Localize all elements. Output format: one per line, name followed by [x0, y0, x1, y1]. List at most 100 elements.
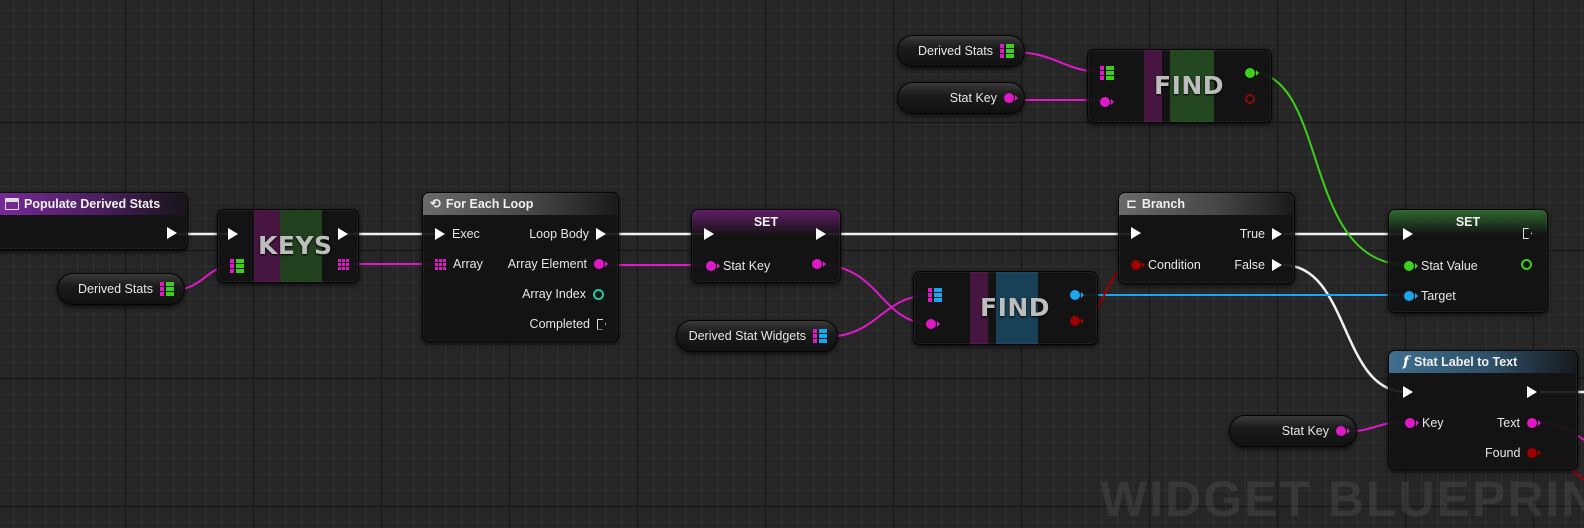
event-node-title: Populate Derived Stats [24, 197, 161, 211]
variable-label: Derived Stats [917, 44, 993, 58]
variable-label: Stat Key [949, 91, 997, 105]
map-icon [813, 329, 827, 343]
variable-derived-stats-left[interactable]: Derived Stats [57, 273, 185, 305]
find-widget-node[interactable]: FIND [913, 271, 1098, 345]
set2-stat-value-in[interactable]: Stat Value [1404, 259, 1478, 273]
variable-derived-stats-top[interactable]: Derived Stats [897, 35, 1025, 67]
func-exec-in[interactable] [1403, 386, 1413, 398]
branch-condition-in[interactable]: Condition [1131, 258, 1201, 272]
pin-label: Stat Key [723, 259, 771, 273]
branch-title: Branch [1141, 197, 1185, 211]
find-node-label: FIND [1154, 71, 1225, 100]
variable-label: Stat Key [1281, 424, 1329, 438]
exec-in-icon [1403, 228, 1413, 240]
pin-label: Exec [452, 227, 480, 241]
func-found-out[interactable]: Found [1485, 446, 1542, 460]
stat-label-to-text-node[interactable]: f Stat Label to Text Key Text Found [1388, 350, 1578, 470]
set1-stat-key-out[interactable] [812, 259, 826, 269]
exec-in-icon [435, 228, 445, 240]
pin-label: Completed [529, 317, 590, 331]
int-pin-icon [593, 288, 604, 300]
function-icon: f [1403, 354, 1410, 370]
set2-target-in[interactable]: Target [1404, 289, 1456, 303]
find-stat-value-node[interactable]: FIND [1087, 49, 1272, 123]
find-mid-value-out[interactable] [1070, 290, 1084, 300]
foreach-completed-out[interactable]: Completed [530, 317, 606, 331]
find-top-key-in[interactable] [1100, 97, 1114, 107]
keys-array-out[interactable] [338, 259, 349, 270]
foreach-array-in[interactable]: Array [435, 257, 483, 271]
variable-derived-stat-widgets[interactable]: Derived Stat Widgets [676, 320, 838, 352]
find-top-found-out[interactable] [1245, 94, 1255, 104]
event-node-header: Populate Derived Stats [0, 193, 187, 215]
event-node-populate-derived-stats[interactable]: Populate Derived Stats [0, 192, 188, 250]
name-pin-icon [1405, 418, 1419, 428]
keys-node[interactable]: KEYS [217, 209, 359, 283]
branch-icon: ⊏ [1126, 196, 1137, 211]
set-stat-key-node[interactable]: SET Stat Key [691, 209, 841, 283]
variable-stat-key-top[interactable]: Stat Key [897, 82, 1025, 114]
find-mid-key-in[interactable] [926, 319, 940, 329]
set2-stat-value-out[interactable] [1521, 259, 1532, 270]
set1-stat-key-in[interactable]: Stat Key [706, 259, 770, 273]
pin-label: Loop Body [529, 227, 589, 241]
object-pin-icon [1070, 290, 1084, 300]
name-pin-icon [926, 319, 940, 329]
array-icon [435, 258, 446, 270]
for-each-title: For Each Loop [445, 197, 534, 211]
find-mid-found-out[interactable] [1070, 316, 1084, 326]
keys-map-in[interactable] [230, 259, 244, 273]
exec-out-icon [1272, 228, 1282, 240]
name-pin-icon [812, 259, 826, 269]
set2-exec-out[interactable] [1523, 228, 1532, 239]
foreach-loop-body-out[interactable]: Loop Body [529, 227, 606, 241]
foreach-array-element-out[interactable]: Array Element [507, 257, 608, 271]
branch-true-out[interactable]: True [1240, 227, 1282, 241]
branch-false-out[interactable]: False [1234, 258, 1282, 272]
set-stat-value-node[interactable]: SET Stat Value Target [1388, 209, 1548, 313]
bool-pin-hollow-icon [1245, 94, 1255, 104]
variable-label: Derived Stats [77, 282, 153, 296]
find-top-value-out[interactable] [1245, 68, 1259, 78]
func-text-out[interactable]: Text [1497, 416, 1541, 430]
object-pin-icon [1404, 291, 1418, 301]
pin-label: Found [1485, 446, 1521, 460]
foreach-array-index-out[interactable]: Array Index [522, 287, 604, 301]
find-mid-map-in[interactable] [928, 288, 942, 302]
keys-exec-out[interactable] [338, 228, 348, 240]
exec-in-icon [1131, 227, 1141, 239]
set2-exec-in[interactable] [1403, 228, 1413, 240]
pin-label: Text [1497, 416, 1520, 430]
pin-label: Stat Value [1421, 259, 1478, 273]
name-pin-icon [1004, 93, 1018, 103]
set-node-title: SET [753, 215, 779, 229]
function-title: Stat Label to Text [1414, 355, 1518, 369]
for-each-loop-node[interactable]: ⟲ For Each Loop Exec Array Loop Body Arr… [422, 192, 619, 342]
exec-out-pin[interactable] [167, 227, 177, 239]
func-exec-out[interactable] [1527, 386, 1537, 398]
set1-exec-in[interactable] [704, 228, 714, 240]
float-pin-hollow-icon [1521, 259, 1532, 270]
variable-label: Derived Stat Widgets [688, 329, 806, 343]
branch-exec-in[interactable] [1131, 227, 1141, 239]
map-icon [928, 288, 942, 302]
set1-exec-out[interactable] [816, 228, 826, 240]
func-key-in[interactable]: Key [1405, 416, 1444, 430]
pin-label: Array Index [522, 287, 586, 301]
name-pin-icon [594, 259, 608, 269]
pin-label: Target [1421, 289, 1456, 303]
for-each-header: ⟲ For Each Loop [423, 193, 618, 215]
pin-label: Array Element [507, 257, 587, 271]
pin-label: False [1234, 258, 1265, 272]
find-top-map-in[interactable] [1100, 66, 1114, 80]
loop-icon: ⟲ [430, 196, 441, 211]
pin-label: Condition [1148, 258, 1201, 272]
text-pin-icon [1526, 418, 1541, 428]
foreach-exec-in[interactable]: Exec [435, 227, 480, 241]
variable-stat-key-bottom[interactable]: Stat Key [1229, 415, 1357, 447]
map-icon [1000, 44, 1014, 58]
bool-pin-icon [1527, 448, 1542, 458]
branch-node[interactable]: ⊏ Branch Condition True False [1118, 192, 1295, 284]
keys-exec-in[interactable] [228, 228, 238, 240]
pin-label: Array [453, 257, 483, 271]
